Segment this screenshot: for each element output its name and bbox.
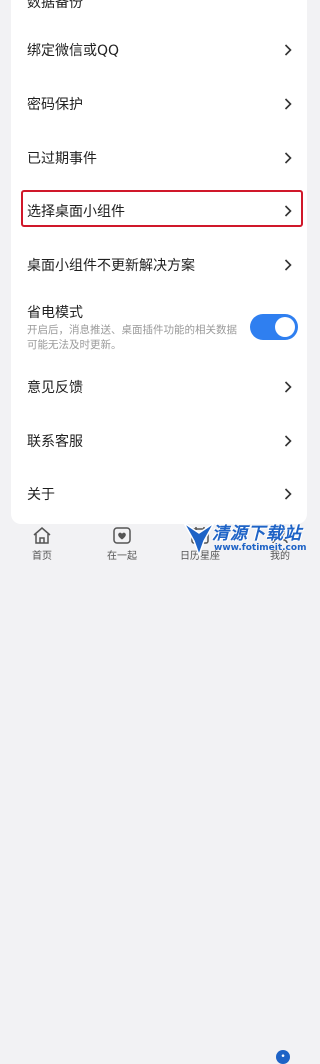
settings-item-expired-events[interactable]: 已过期事件 [11,133,307,183]
watermark-url: www.fotimeit.com [214,543,307,553]
tab-label: 首页 [32,551,52,562]
settings-item-backup-partial[interactable]: 数据备份 [27,0,83,12]
chevron-right-icon [283,44,293,56]
settings-item-label: 密码保护 [27,97,83,113]
settings-item-password-protection[interactable]: 密码保护 [11,79,307,129]
settings-item-label: 已过期事件 [27,151,97,167]
chevron-right-icon [283,98,293,110]
settings-item-label: 绑定微信或QQ [27,43,120,59]
settings-item-contact-support[interactable]: 联系客服 [11,416,307,466]
chevron-right-icon [283,381,293,393]
settings-item-feedback[interactable]: 意见反馈 [11,362,307,412]
chevron-right-icon [283,435,293,447]
chevron-right-icon [283,152,293,164]
power-saving-toggle[interactable] [250,314,298,340]
settings-item-label: 关于 [27,487,55,503]
power-saving-title: 省电模式 [27,305,83,321]
watermark-logo-icon [182,517,216,561]
chevron-right-icon [283,259,293,271]
watermark-title: 清源下载站 [212,524,302,544]
tab-label: 在一起 [107,551,137,562]
settings-item-label: 联系客服 [27,434,83,450]
settings-item-bind-wechat-qq[interactable]: 绑定微信或QQ [11,25,307,75]
settings-item-power-saving: 省电模式 开启后，消息推送、桌面插件功能的相关数据可能无法及时更新。 [11,292,307,354]
tab-together[interactable]: 在一起 [92,526,152,568]
toggle-knob [275,317,295,337]
tab-home[interactable]: 首页 [12,526,72,568]
settings-item-widget-not-updating[interactable]: 桌面小组件不更新解决方案 [11,240,307,290]
settings-item-label: 意见反馈 [27,380,83,396]
power-saving-description: 开启后，消息推送、桌面插件功能的相关数据可能无法及时更新。 [27,324,237,351]
settings-item-label: 桌面小组件不更新解决方案 [27,258,195,274]
chevron-right-icon [283,488,293,500]
home-icon [32,526,52,545]
heart-icon [112,526,132,545]
highlight-box [21,190,303,227]
settings-card: 数据备份 绑定微信或QQ 密码保护 已过期事件 选择桌面小组件 桌面小组件不更新… [11,0,307,524]
watermark: 清源下载站 www.fotimeit.com [182,513,312,563]
settings-item-about[interactable]: 关于 [11,469,307,519]
profile-badge: • [276,1050,290,1064]
